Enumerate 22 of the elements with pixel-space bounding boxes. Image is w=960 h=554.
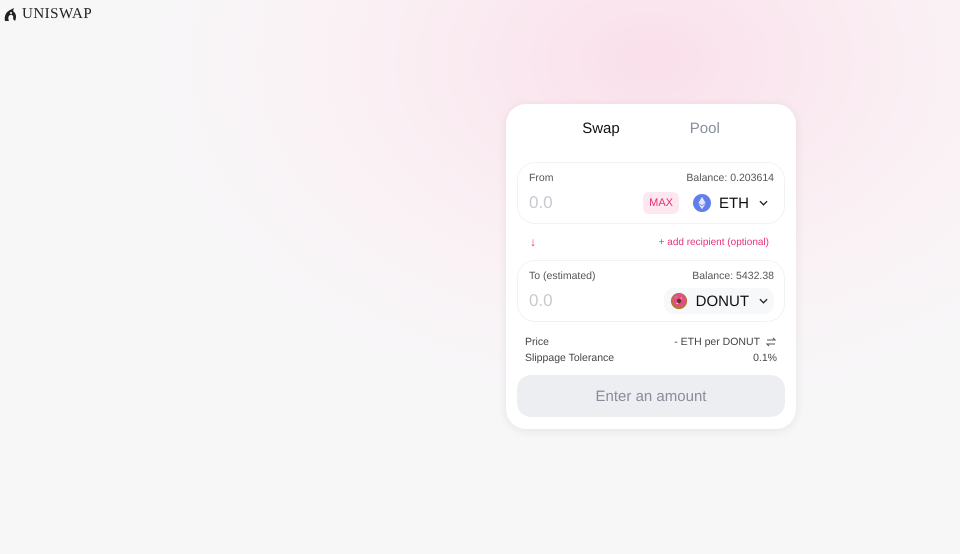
- ethereum-icon: [693, 194, 711, 212]
- token-select[interactable]: DONUT: [664, 288, 774, 314]
- chevron-down-icon: [759, 298, 768, 304]
- logo-text: UNISWAP: [22, 6, 92, 23]
- detail-value: 0.1%: [753, 351, 777, 366]
- detail-label: Price: [525, 335, 549, 350]
- swap-icon[interactable]: [765, 337, 777, 347]
- unicorn-icon: [2, 6, 18, 22]
- detail-label: Slippage Tolerance: [525, 351, 614, 366]
- detail-value: - ETH per DONUT: [674, 335, 760, 350]
- chevron-down-icon: [759, 200, 768, 206]
- tab[interactable]: Swap: [580, 114, 622, 143]
- balance-text: Balance: 0.203614: [686, 172, 774, 184]
- max-button[interactable]: MAX: [643, 192, 679, 214]
- panel-label: From: [529, 172, 554, 184]
- tab[interactable]: Pool: [688, 114, 722, 143]
- panel-label: To (estimated): [529, 270, 596, 282]
- down-arrow[interactable]: ↓: [530, 235, 536, 249]
- donut-icon: [670, 292, 688, 310]
- balance-text: Balance: 5432.38: [692, 270, 774, 282]
- add-recipient-link[interactable]: + add recipient (optional): [658, 236, 769, 248]
- token-select[interactable]: ETH: [687, 190, 774, 216]
